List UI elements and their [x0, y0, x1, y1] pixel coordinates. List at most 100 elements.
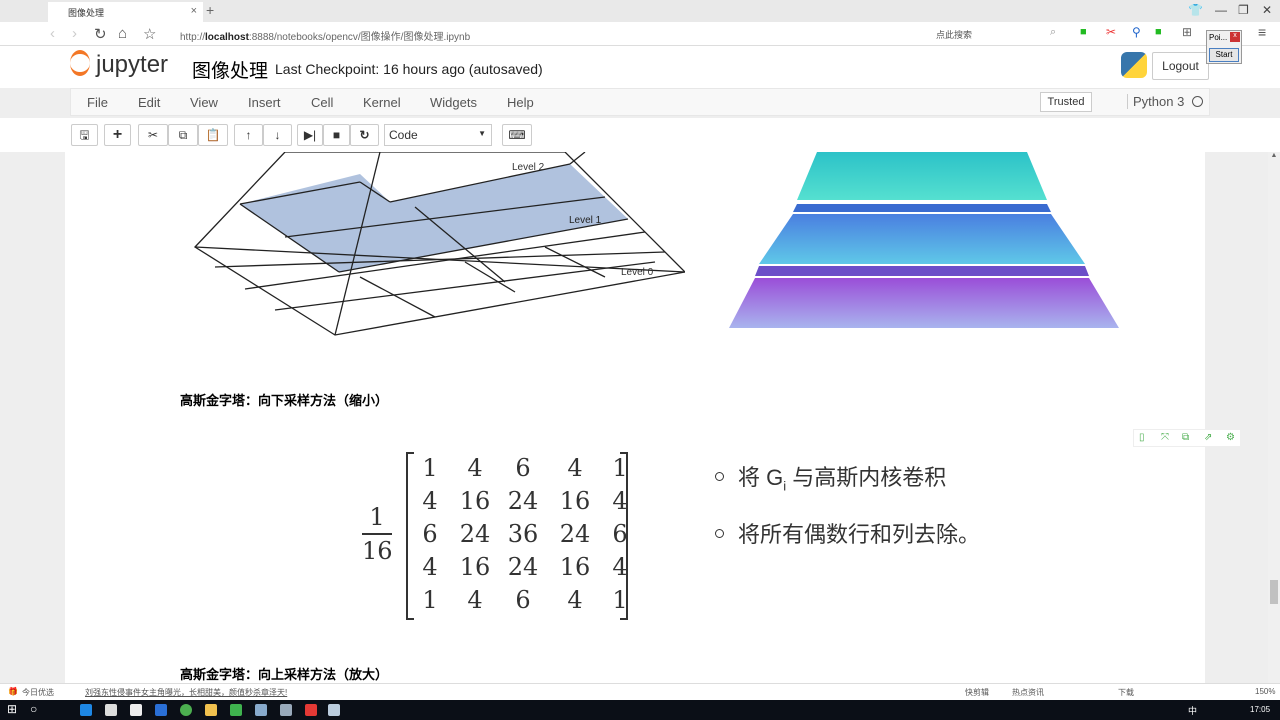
back-icon[interactable]: ‹	[50, 25, 55, 42]
notebook-title[interactable]: 图像处理	[192, 56, 268, 83]
scrollbar-thumb[interactable]	[1270, 580, 1278, 604]
jupyter-header: jupyter 图像处理 Last Checkpoint: 16 hours a…	[0, 46, 1280, 88]
matrix-cell: 16	[459, 487, 491, 515]
menu-icon[interactable]: ≡	[1258, 24, 1266, 40]
app-red-icon[interactable]	[305, 704, 317, 716]
app-icon[interactable]	[280, 704, 292, 716]
bullet-convolve: 将 Gi 与高斯内核卷积	[715, 460, 946, 493]
reload-icon[interactable]: ↻	[94, 25, 107, 43]
url-input[interactable]: http://localhost:8888/notebooks/opencv/图…	[180, 28, 470, 43]
maximize-button[interactable]: ❐	[1238, 3, 1249, 17]
menu-kernel[interactable]: Kernel	[363, 95, 401, 110]
gift-icon: 🎁	[8, 687, 18, 696]
star-icon[interactable]: ☆	[143, 25, 156, 43]
copy-icon[interactable]: ⧉	[1182, 432, 1189, 443]
windows-start-icon[interactable]: ⊞	[7, 702, 17, 716]
save-icon[interactable]: 🖫	[71, 124, 98, 146]
extension-icon[interactable]: ■	[1080, 26, 1087, 38]
share-icon[interactable]: ⇗	[1204, 432, 1212, 443]
clock[interactable]: 17:05	[1250, 705, 1270, 714]
menubar: File Edit View Insert Cell Kernel Widget…	[70, 88, 1210, 116]
pyramid-grid-diagram: Level 2 Level 1 Level 0	[193, 152, 685, 336]
ime-indicator[interactable]: 中	[1188, 704, 1197, 717]
new-tab-button[interactable]: +	[206, 2, 214, 18]
move-down-icon[interactable]: ↓	[263, 124, 292, 146]
jupyter-logo[interactable]: jupyter	[70, 50, 168, 79]
app-icon[interactable]	[255, 704, 267, 716]
settings-icon[interactable]: ⚙	[1226, 432, 1235, 443]
matrix-cell: 4	[612, 487, 628, 515]
news-link[interactable]: 刘强东性侵事件女主角曝光，长相甜美，颜值秒杀章泽天!	[85, 687, 287, 698]
matrix-cell: 16	[559, 487, 591, 515]
forward-icon[interactable]: ›	[72, 25, 77, 42]
restart-icon[interactable]: ↻	[350, 124, 379, 146]
cut-icon[interactable]: ✂	[138, 124, 168, 146]
paste-icon[interactable]: 📋	[198, 124, 228, 146]
popup-close-button[interactable]: x	[1230, 32, 1240, 42]
explorer-icon[interactable]	[205, 704, 217, 716]
menu-file[interactable]: File	[87, 95, 108, 110]
kernel-status-icon	[1192, 96, 1203, 107]
search-input[interactable]: 点此搜索	[936, 28, 972, 41]
close-window-button[interactable]: ✕	[1262, 3, 1272, 17]
matrix-cell: 16	[559, 553, 591, 581]
quick-edit[interactable]: 快剪辑	[965, 687, 989, 698]
python-logo-icon	[1121, 52, 1147, 78]
hot-news[interactable]: 热点资讯	[1012, 687, 1044, 698]
close-tab-icon[interactable]: ×	[191, 5, 197, 17]
trusted-badge[interactable]: Trusted	[1040, 92, 1092, 112]
edge-icon[interactable]	[80, 704, 92, 716]
matrix-cell: 6	[515, 454, 531, 482]
expand-icon[interactable]: ⤧	[1161, 432, 1169, 443]
matrix-cell: 6	[612, 520, 628, 548]
matrix-cell: 1	[612, 586, 628, 614]
home-icon[interactable]: ⌂	[118, 25, 127, 42]
find-icon[interactable]: ⚲	[1132, 25, 1141, 39]
menu-edit[interactable]: Edit	[138, 95, 160, 110]
browser-tab[interactable]: 图像处理 ×	[48, 2, 203, 22]
skin-icon[interactable]: 👕	[1188, 3, 1203, 17]
kernel-name[interactable]: Python 3	[1127, 94, 1184, 109]
cell-type-select[interactable]: Code ▼	[384, 124, 492, 146]
run-icon[interactable]: ▶|	[297, 124, 323, 146]
matrix-cell: 4	[422, 553, 438, 581]
zoom-level[interactable]: 150%	[1255, 687, 1275, 696]
scissors-extension-icon[interactable]: ✂	[1106, 25, 1116, 39]
matrix-cell: 16	[459, 553, 491, 581]
mail-icon[interactable]	[130, 704, 142, 716]
cortana-icon[interactable]: ○	[30, 702, 37, 716]
minimize-button[interactable]: —	[1215, 3, 1227, 17]
matrix-cell: 4	[612, 553, 628, 581]
logout-button[interactable]: Logout	[1152, 52, 1209, 80]
browser-icon[interactable]	[180, 704, 192, 716]
stop-icon[interactable]: ■	[323, 124, 350, 146]
fraction: 1 16	[362, 503, 393, 565]
game-icon[interactable]: ■	[1155, 26, 1162, 38]
keyboard-icon[interactable]: ⌨	[502, 124, 532, 146]
tab-title: 图像处理	[68, 8, 105, 18]
add-cell-icon[interactable]: +	[104, 124, 131, 146]
menu-cell[interactable]: Cell	[311, 95, 333, 110]
matrix-cell: 1	[422, 586, 438, 614]
app-icon[interactable]	[155, 704, 167, 716]
taskbar: ⊞ ○ 中 17:05	[0, 700, 1280, 720]
matrix-cell: 4	[567, 586, 583, 614]
search-icon[interactable]: ⌕	[1050, 26, 1056, 39]
copy-icon[interactable]: ⧉	[168, 124, 198, 146]
menu-help[interactable]: Help	[507, 95, 534, 110]
matrix-cell: 4	[467, 586, 483, 614]
menu-view[interactable]: View	[190, 95, 218, 110]
app-green-icon[interactable]	[230, 704, 242, 716]
popup-start-button[interactable]: Start	[1209, 48, 1239, 62]
downloads[interactable]: 下载	[1118, 687, 1134, 698]
move-up-icon[interactable]: ↑	[234, 124, 263, 146]
bookmark-icon[interactable]: ▯	[1139, 432, 1145, 443]
level-1-label: Level 1	[569, 215, 602, 226]
active-app-icon[interactable]	[328, 704, 340, 716]
cell-floating-toolbar: ▯ ⤧ ⧉ ⇗ ⚙	[1133, 429, 1241, 447]
today-picks[interactable]: 今日优选	[22, 687, 54, 698]
store-icon[interactable]	[105, 704, 117, 716]
menu-widgets[interactable]: Widgets	[430, 95, 477, 110]
apps-icon[interactable]: ⊞	[1182, 25, 1192, 39]
menu-insert[interactable]: Insert	[248, 95, 281, 110]
